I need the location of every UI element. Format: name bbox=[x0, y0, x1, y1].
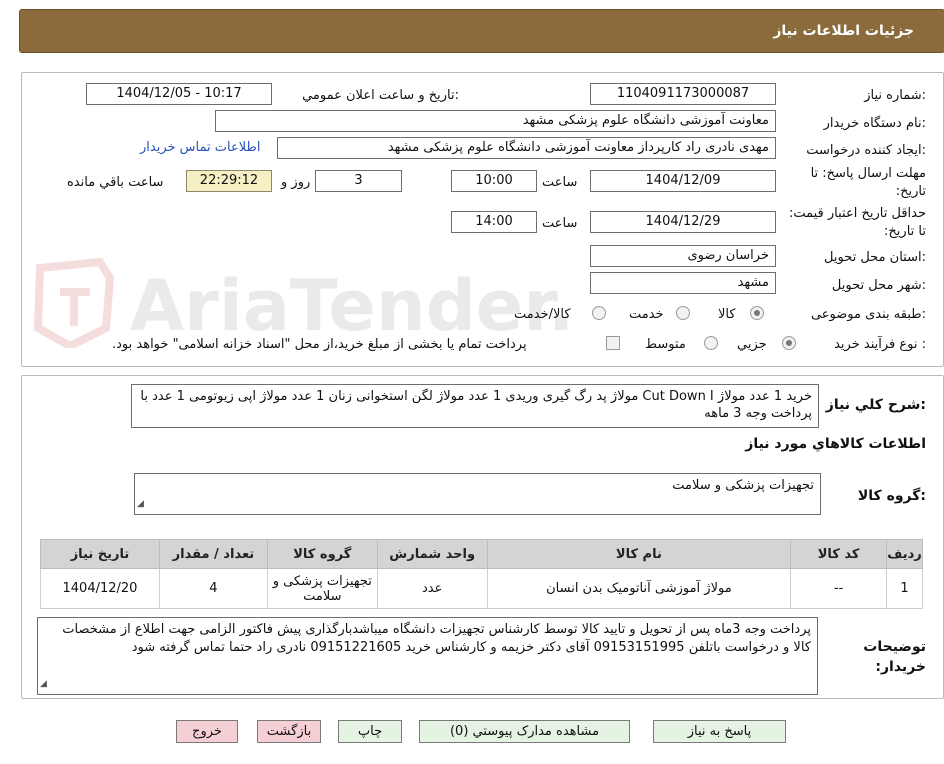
city-field: مشهد bbox=[590, 272, 776, 294]
col-code: کد کالا bbox=[790, 539, 888, 569]
category-option-goods: کالا bbox=[718, 307, 736, 322]
category-radio-goods[interactable] bbox=[750, 306, 764, 320]
need-number-label: شماره نیاز: bbox=[864, 88, 926, 103]
goods-table-header: ردیف کد کالا نام کالا واحد شمارش گروه کا… bbox=[40, 539, 923, 569]
validity-label: حداقل تاریخ اعتبار قیمت: تا تاریخ: bbox=[788, 206, 926, 239]
cell-unit: عدد bbox=[376, 568, 488, 609]
print-button[interactable]: چاپ bbox=[338, 720, 402, 743]
buyer-notes-text: پرداخت وجه 3ماه پس از تحویل و تایید کالا… bbox=[62, 622, 811, 655]
goods-group-value: تجهیزات پزشکی و سلامت bbox=[672, 478, 814, 493]
col-date: تاریخ نیاز bbox=[40, 539, 160, 569]
days-field: 3 bbox=[315, 170, 402, 192]
buyer-contact-link[interactable]: اطلاعات تماس خریدار bbox=[140, 140, 260, 155]
buyer-org-field: معاونت آموزشی دانشگاه علوم پزشکی مشهد bbox=[215, 110, 776, 132]
summary-label: شرح کلي نیاز: bbox=[825, 397, 926, 413]
days-label: روز و bbox=[281, 175, 311, 190]
cell-date: 1404/12/20 bbox=[40, 568, 160, 609]
col-row: ردیف bbox=[886, 539, 923, 569]
process-radio-medium[interactable] bbox=[704, 336, 718, 350]
buyer-notes-field: پرداخت وجه 3ماه پس از تحویل و تایید کالا… bbox=[37, 617, 818, 695]
cell-code: -- bbox=[790, 568, 888, 609]
deadline-label: مهلت ارسال پاسخ: تا تاریخ: bbox=[810, 166, 926, 199]
process-option-small: جزیي bbox=[737, 337, 767, 352]
goods-group-field: تجهیزات پزشکی و سلامت ◢ bbox=[134, 473, 821, 515]
announce-label: تاریخ و ساعت اعلان عمومي: bbox=[302, 88, 459, 103]
col-qty: تعداد / مقدار bbox=[158, 539, 268, 569]
watermark-logo: AriaTender.neT bbox=[33, 258, 580, 348]
process-label: نوع فرآیند خرید : bbox=[834, 337, 926, 352]
province-field: خراسان رضوی bbox=[590, 245, 776, 267]
payment-note: پرداخت تمام یا بخشی از مبلغ خرید،از محل … bbox=[112, 337, 527, 352]
process-option-medium: متوسط bbox=[645, 337, 686, 352]
treasury-checkbox[interactable] bbox=[606, 336, 620, 350]
buyer-notes-label: توضیحات خریدار: bbox=[863, 639, 926, 675]
remaining-time-field: 22:29:12 bbox=[186, 170, 272, 192]
page-header: جزئیات اطلاعات نیاز bbox=[19, 9, 944, 53]
resize-grip-icon[interactable]: ◢ bbox=[40, 675, 47, 693]
cell-group: تجهیزات پزشکی و سلامت bbox=[266, 568, 378, 609]
goods-group-label: گروه کالا: bbox=[857, 488, 926, 504]
category-radio-service[interactable] bbox=[676, 306, 690, 320]
deadline-time-field: 10:00 bbox=[451, 170, 537, 192]
table-row: 1 -- مولاژ آموزشی آناتومیک بدن انسان عدد… bbox=[40, 568, 923, 609]
category-radio-goods-service[interactable] bbox=[592, 306, 606, 320]
col-group: گروه کالا bbox=[266, 539, 378, 569]
requester-field: مهدی نادری راد کارپرداز معاونت آموزشی دا… bbox=[277, 137, 776, 159]
category-option-service: خدمت bbox=[629, 307, 664, 322]
validity-time-label: ساعت bbox=[542, 216, 578, 231]
back-button[interactable]: بازگشت bbox=[257, 720, 321, 743]
category-label: طبقه بندی موضوعی: bbox=[810, 307, 926, 322]
process-radio-small[interactable] bbox=[782, 336, 796, 350]
buyer-org-label: نام دستگاه خریدار: bbox=[823, 116, 926, 131]
attachments-button[interactable]: مشاهده مدارک پیوستي (0) bbox=[419, 720, 630, 743]
announce-field: 1404/12/05 - 10:17 bbox=[86, 83, 272, 105]
col-unit: واحد شمارش bbox=[376, 539, 488, 569]
validity-date-field: 1404/12/29 bbox=[590, 211, 776, 233]
resize-grip-icon[interactable]: ◢ bbox=[137, 496, 144, 513]
cell-name: مولاژ آموزشی آناتومیک بدن انسان bbox=[486, 568, 792, 609]
page-title: جزئیات اطلاعات نیاز bbox=[773, 23, 914, 39]
goods-table: ردیف کد کالا نام کالا واحد شمارش گروه کا… bbox=[40, 539, 923, 609]
summary-text: خرید 1 عدد مولاژ Cut Down I مولاژ پد رگ … bbox=[131, 384, 819, 428]
deadline-time-label: ساعت bbox=[542, 175, 578, 190]
reply-button[interactable]: پاسخ به نیاز bbox=[653, 720, 786, 743]
svg-text:AriaTender.neT: AriaTender.neT bbox=[130, 265, 580, 347]
requester-label: ایجاد کننده درخواست: bbox=[806, 143, 926, 158]
city-label: شهر محل تحویل: bbox=[831, 278, 926, 293]
deadline-date-field: 1404/12/09 bbox=[590, 170, 776, 192]
exit-button[interactable]: خروج bbox=[176, 720, 238, 743]
col-name: نام کالا bbox=[486, 539, 792, 569]
cell-row: 1 bbox=[886, 568, 923, 609]
validity-time-field: 14:00 bbox=[451, 211, 537, 233]
province-label: استان محل تحویل: bbox=[824, 250, 926, 265]
remaining-label: ساعت باقي مانده bbox=[67, 175, 164, 190]
cell-qty: 4 bbox=[158, 568, 268, 609]
goods-section-title: اطلاعات کالاهاي مورد نیاز bbox=[745, 436, 926, 452]
need-number-field: 1104091173000087 bbox=[590, 83, 776, 105]
category-option-goods-service: کالا/خدمت bbox=[514, 307, 571, 322]
